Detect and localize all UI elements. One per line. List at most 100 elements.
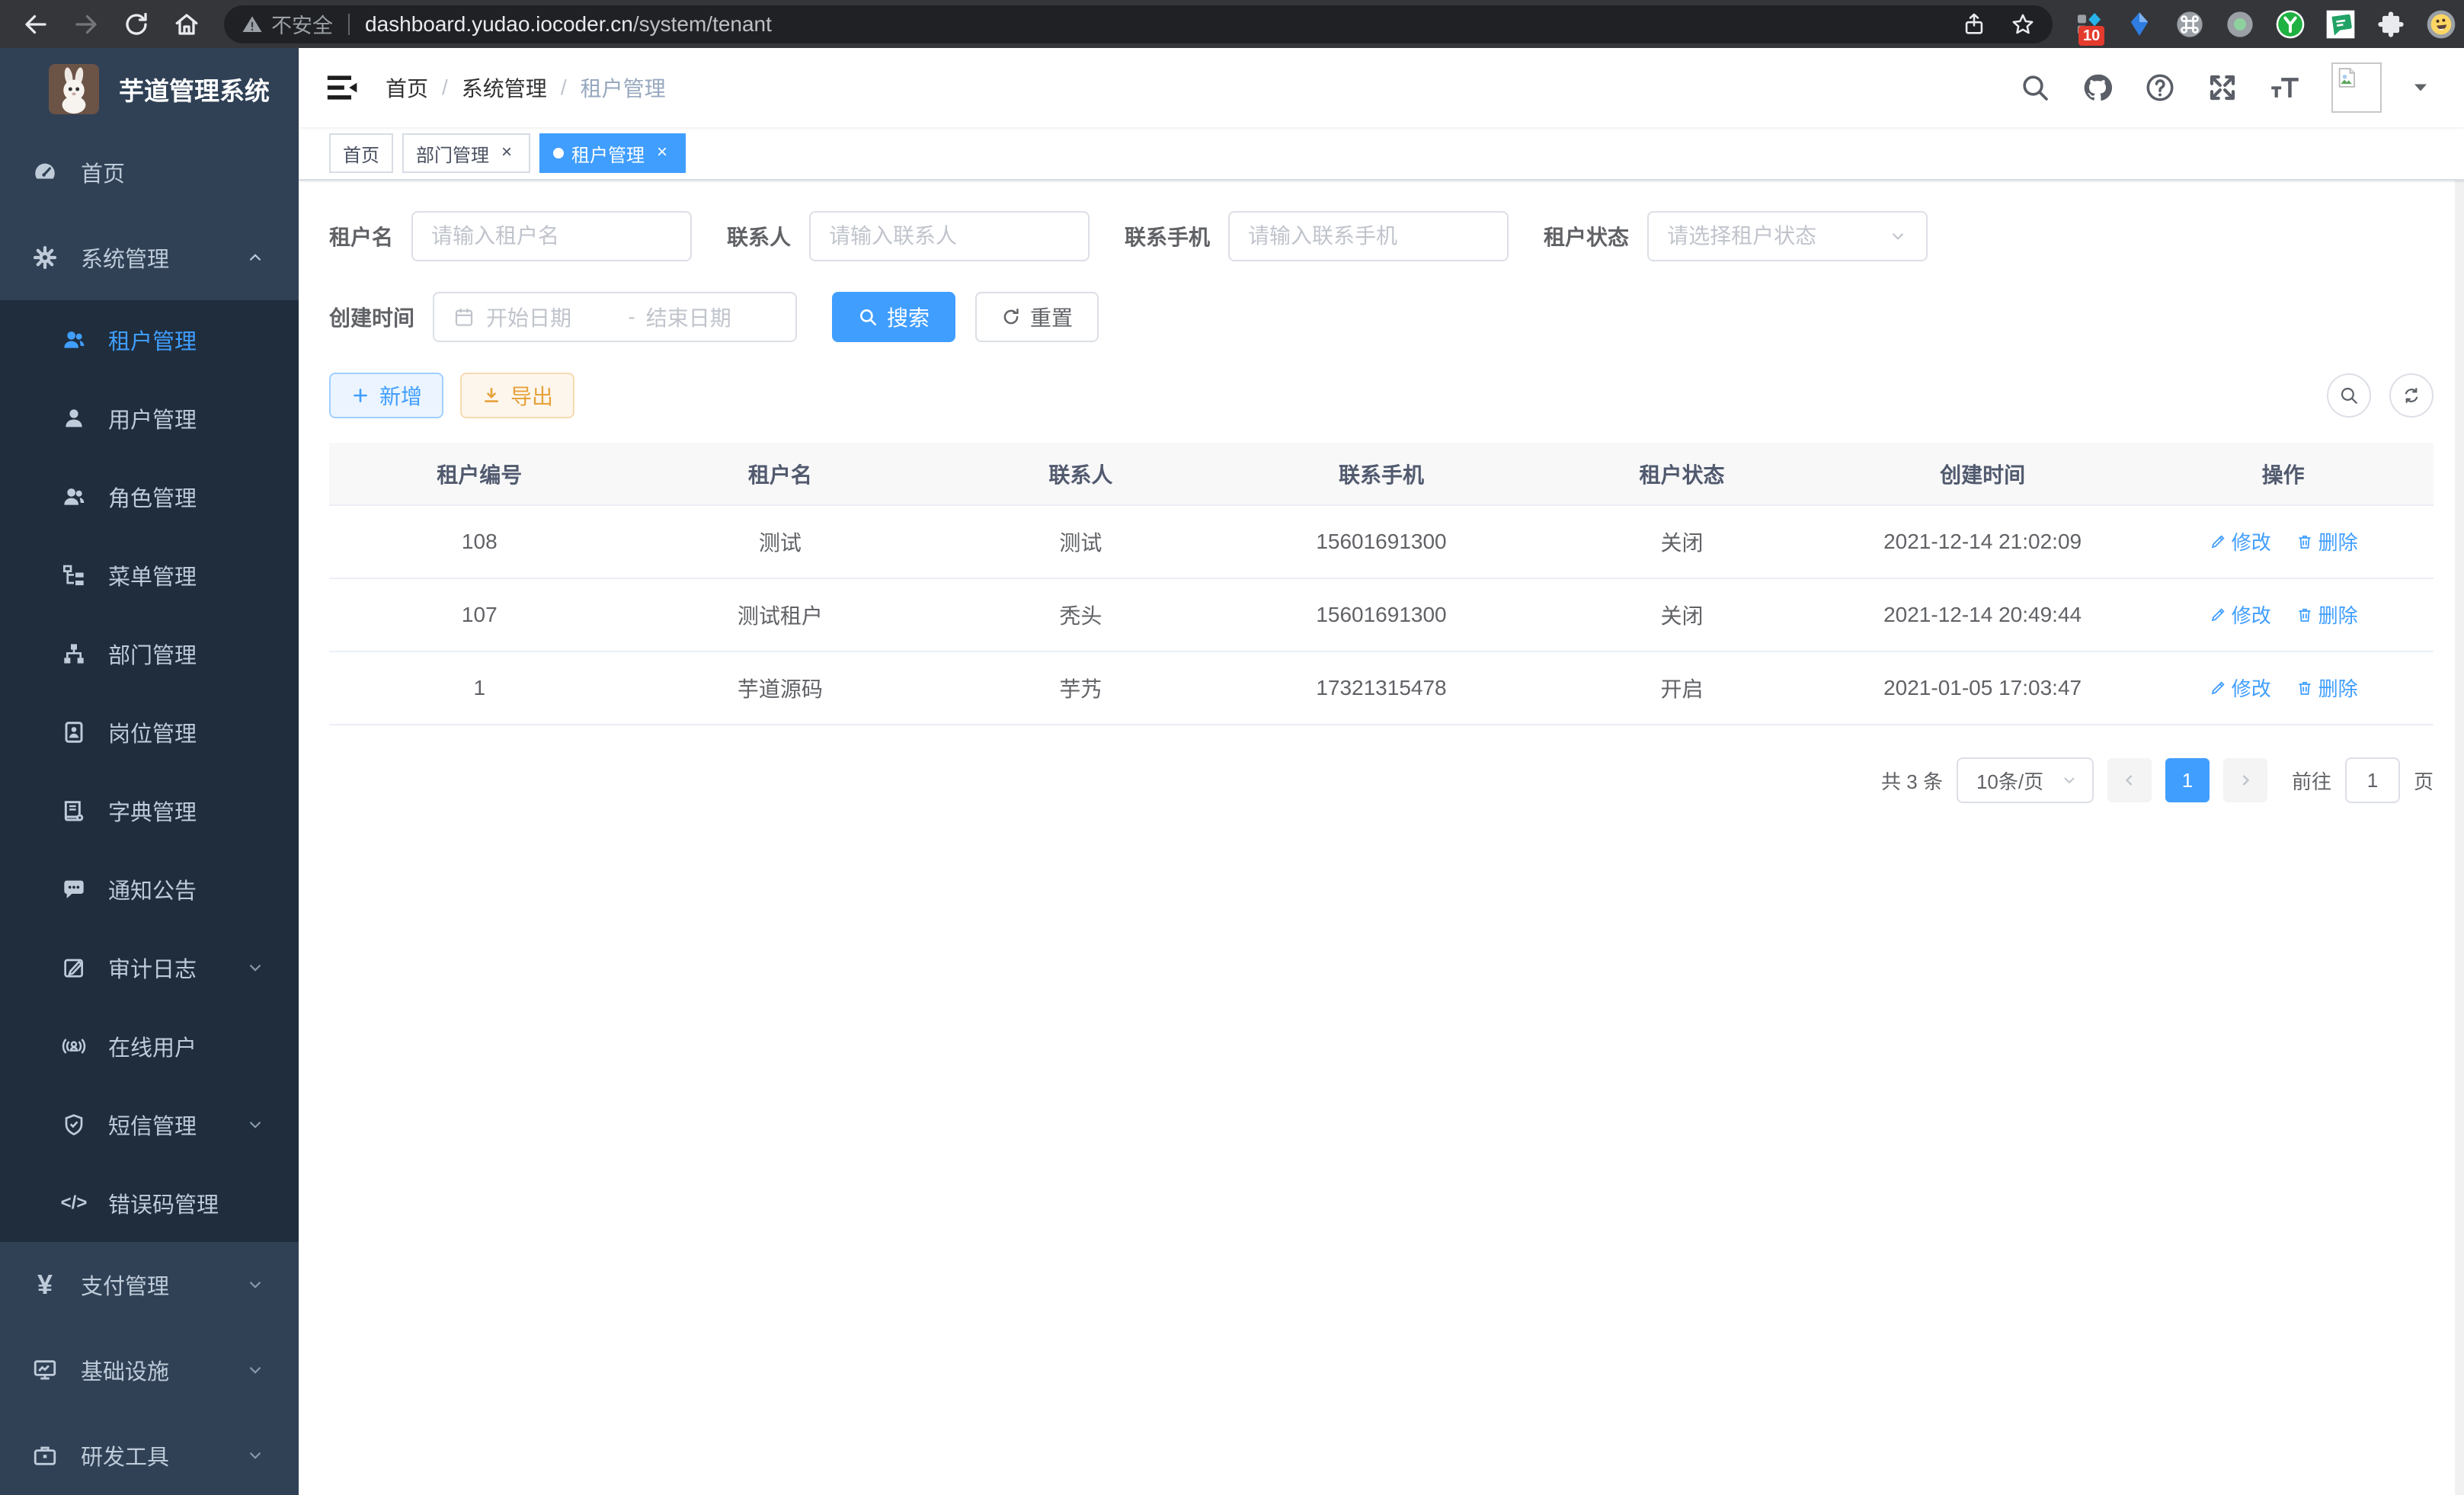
extension-kite-icon[interactable] xyxy=(2124,9,2155,40)
edit-link[interactable]: 修改 xyxy=(2209,527,2271,555)
shield-check-icon xyxy=(61,1112,87,1138)
status-select[interactable] xyxy=(1647,211,1928,261)
sidebar-item-error-code[interactable]: </> 错误码管理 xyxy=(0,1164,299,1242)
tag-home[interactable]: 首页 xyxy=(329,133,393,173)
menu-tree-icon xyxy=(61,562,87,588)
post-badge-icon xyxy=(61,719,87,745)
github-icon[interactable] xyxy=(2082,72,2114,104)
page-scrollbar[interactable] xyxy=(2455,48,2464,1495)
share-icon[interactable] xyxy=(1961,11,1987,37)
extension-command-icon[interactable] xyxy=(2174,9,2205,40)
header-search-icon[interactable] xyxy=(2019,72,2051,104)
export-button[interactable]: 导出 xyxy=(460,373,574,418)
page-header: 首页 / 系统管理 / 租户管理 xyxy=(299,48,2464,127)
logo-rabbit-image xyxy=(49,64,99,114)
sidebar-item-system[interactable]: 系统管理 xyxy=(0,215,299,300)
tag-tenant[interactable]: 租户管理 × xyxy=(539,133,686,173)
browser-forward-icon[interactable] xyxy=(71,9,101,40)
chevron-down-icon xyxy=(245,958,265,978)
sidebar-item-post[interactable]: 岗位管理 xyxy=(0,693,299,771)
prev-page-button[interactable] xyxy=(2107,758,2152,802)
sidebar-item-online-users[interactable]: 在线用户 xyxy=(0,1007,299,1085)
extension-dot-icon[interactable] xyxy=(2225,9,2255,40)
user-avatar[interactable] xyxy=(2331,62,2382,113)
sidebar-item-sms[interactable]: 短信管理 xyxy=(0,1085,299,1164)
sidebar-item-dict[interactable]: 字典管理 xyxy=(0,771,299,850)
contact-field[interactable] xyxy=(809,211,1090,261)
sidebar-item-role[interactable]: 角色管理 xyxy=(0,457,299,536)
col-contact: 联系人 xyxy=(930,443,1231,505)
created-label: 创建时间 xyxy=(329,302,414,332)
browser-address-bar[interactable]: 不安全 dashboard.yudao.iocoder.cn/system/te… xyxy=(224,5,2053,43)
phone-input[interactable] xyxy=(1248,224,1489,248)
delete-link[interactable]: 删除 xyxy=(2296,674,2358,702)
extension-yudao-icon[interactable] xyxy=(2275,9,2306,40)
sidebar-item-tenant[interactable]: 租户管理 xyxy=(0,300,299,379)
end-date-placeholder[interactable]: 结束日期 xyxy=(646,302,777,332)
tags-view: 首页 部门管理 × 租户管理 × xyxy=(299,127,2464,181)
security-warning-icon[interactable] xyxy=(241,13,264,36)
font-size-icon[interactable] xyxy=(2269,72,2301,104)
sidebar-item-home[interactable]: 首页 xyxy=(0,130,299,215)
sidebar-item-pay[interactable]: ¥ 支付管理 xyxy=(0,1242,299,1327)
bookmark-star-icon[interactable] xyxy=(2010,11,2036,37)
tag-close-icon[interactable]: × xyxy=(652,143,672,163)
browser-home-icon[interactable] xyxy=(171,9,202,40)
phone-field[interactable] xyxy=(1228,211,1509,261)
table-row[interactable]: 1 芋道源码 芋艿 17321315478 开启 2021-01-05 17:0… xyxy=(329,651,2434,725)
page-number-1[interactable]: 1 xyxy=(2165,758,2210,802)
reset-button[interactable]: 重置 xyxy=(975,292,1099,342)
refresh-table-button[interactable] xyxy=(2389,373,2434,418)
goto-page-input[interactable] xyxy=(2345,757,2400,803)
browser-reload-icon[interactable] xyxy=(121,9,152,40)
sidebar-item-dept[interactable]: 部门管理 xyxy=(0,614,299,693)
edit-pencil-icon xyxy=(2209,679,2227,697)
page-size-select[interactable]: 10条/页 xyxy=(1957,757,2094,803)
broken-image-icon xyxy=(2335,66,2358,89)
sidebar-item-notice[interactable]: 通知公告 xyxy=(0,850,299,928)
extensions-puzzle-icon[interactable] xyxy=(2376,9,2406,40)
avatar-caret-down-icon[interactable] xyxy=(2405,72,2437,104)
tag-close-icon[interactable]: × xyxy=(497,143,517,163)
start-date-placeholder[interactable]: 开始日期 xyxy=(486,302,617,332)
sidebar: 芋道管理系统 首页 系统管理 租户管理 用户管理 xyxy=(0,48,299,1495)
browser-back-icon[interactable] xyxy=(21,9,51,40)
toggle-search-button[interactable] xyxy=(2327,373,2371,418)
profile-avatar-emoji[interactable] xyxy=(2426,9,2456,40)
chevron-down-icon xyxy=(1888,226,1908,246)
org-chart-icon xyxy=(61,641,87,667)
delete-link[interactable]: 删除 xyxy=(2296,527,2358,555)
help-icon[interactable] xyxy=(2144,72,2176,104)
sidebar-logo[interactable]: 芋道管理系统 xyxy=(0,48,299,130)
extension-chat-icon[interactable] xyxy=(2325,9,2356,40)
search-button[interactable]: 搜索 xyxy=(832,292,955,342)
sidebar-item-user[interactable]: 用户管理 xyxy=(0,379,299,457)
date-range-picker[interactable]: 开始日期 - 结束日期 xyxy=(433,292,797,342)
sidebar-item-dev-tools[interactable]: 研发工具 xyxy=(0,1413,299,1495)
tag-dept[interactable]: 部门管理 × xyxy=(402,133,530,173)
sidebar-item-audit-log[interactable]: 审计日志 xyxy=(0,928,299,1007)
chevron-down-icon xyxy=(245,1360,265,1380)
table-row[interactable]: 107 测试租户 秃头 15601691300 关闭 2021-12-14 20… xyxy=(329,578,2434,651)
breadcrumb-item-tenant: 租户管理 xyxy=(581,72,666,103)
edit-pencil-icon xyxy=(2209,606,2227,624)
next-page-button[interactable] xyxy=(2223,758,2267,802)
delete-link[interactable]: 删除 xyxy=(2296,600,2358,629)
sidebar-item-menu[interactable]: 菜单管理 xyxy=(0,536,299,614)
add-button[interactable]: 新增 xyxy=(329,373,443,418)
pagination: 共 3 条 10条/页 1 前往 页 xyxy=(329,757,2434,803)
sidebar-toggle-icon[interactable] xyxy=(326,72,360,103)
breadcrumb-item-home[interactable]: 首页 xyxy=(386,72,428,103)
extension-grid-icon[interactable]: 10 xyxy=(2074,9,2104,40)
refresh-icon xyxy=(2402,386,2421,405)
status-select-input[interactable] xyxy=(1667,224,1882,248)
sidebar-item-infra[interactable]: 基础设施 xyxy=(0,1327,299,1413)
contact-input[interactable] xyxy=(829,224,1070,248)
breadcrumb-item-system[interactable]: 系统管理 xyxy=(462,72,547,103)
edit-link[interactable]: 修改 xyxy=(2209,600,2271,629)
table-row[interactable]: 108 测试 测试 15601691300 关闭 2021-12-14 21:0… xyxy=(329,505,2434,578)
tenant-name-input[interactable] xyxy=(431,224,672,248)
tenant-name-field[interactable] xyxy=(411,211,692,261)
edit-link[interactable]: 修改 xyxy=(2209,674,2271,702)
fullscreen-icon[interactable] xyxy=(2206,72,2238,104)
